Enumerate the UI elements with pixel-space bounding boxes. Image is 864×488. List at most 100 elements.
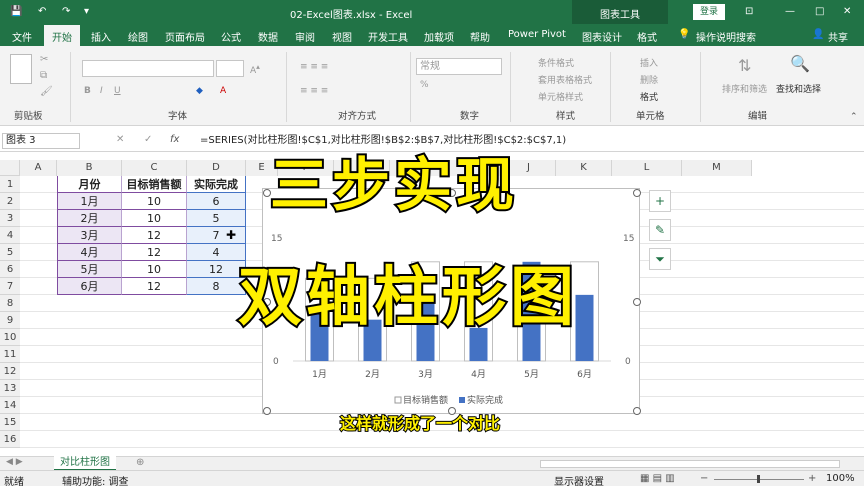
row-header-16[interactable]: 16 <box>0 431 20 448</box>
name-box[interactable]: 图表 3 <box>2 133 80 149</box>
row-header-12[interactable]: 12 <box>0 363 20 380</box>
conditional-format-button[interactable]: 条件格式 <box>538 56 574 69</box>
zoom-out-icon[interactable]: − <box>700 473 708 484</box>
align-top-icon[interactable]: ≡ ≡ ≡ <box>300 62 328 72</box>
row-header-3[interactable]: 3 <box>0 210 20 227</box>
tab-chart-design[interactable]: 图表设计 <box>582 29 622 44</box>
table-format-button[interactable]: 套用表格格式 <box>538 73 592 86</box>
percent-icon[interactable]: % <box>420 80 429 90</box>
tab-format[interactable]: 格式 <box>637 29 657 44</box>
table-header-cell[interactable]: 月份 <box>57 176 122 193</box>
tab-power-pivot[interactable]: Power Pivot <box>508 29 566 40</box>
tab-home[interactable]: 开始 <box>44 25 80 46</box>
row-header-7[interactable]: 7 <box>0 278 20 295</box>
table-cell[interactable]: 4月 <box>57 244 122 261</box>
row-header-6[interactable]: 6 <box>0 261 20 278</box>
fill-color-icon[interactable]: ◆ <box>196 86 203 96</box>
undo-icon[interactable]: ↶ <box>38 6 46 17</box>
align-left-icon[interactable]: ≡ ≡ ≡ <box>300 86 328 96</box>
table-cell[interactable]: 7 <box>187 227 246 244</box>
minimize-button[interactable]: — <box>785 6 795 17</box>
enter-icon[interactable]: ✓ <box>144 134 152 145</box>
tab-draw[interactable]: 绘图 <box>128 29 148 44</box>
ribbon-options-icon[interactable]: ⊡ <box>745 6 753 17</box>
table-header-cell[interactable]: 实际完成 <box>187 176 246 193</box>
format-painter-icon[interactable]: 🖌 <box>40 86 53 97</box>
zoom-slider-thumb[interactable] <box>757 475 760 483</box>
cancel-icon[interactable]: ✕ <box>116 134 124 145</box>
row-header-5[interactable]: 5 <box>0 244 20 261</box>
table-cell[interactable]: 10 <box>122 210 187 227</box>
font-size-box[interactable] <box>216 60 244 77</box>
maximize-button[interactable]: □ <box>815 6 824 17</box>
bold-icon[interactable]: B <box>84 86 91 96</box>
row-header-1[interactable]: 1 <box>0 176 20 193</box>
font-color-icon[interactable]: A <box>220 86 226 96</box>
table-cell[interactable]: 1月 <box>57 193 122 210</box>
column-header-B[interactable]: B <box>57 160 122 176</box>
view-normal-icon[interactable]: ▦ ▤ ▥ <box>640 473 675 484</box>
format-cells-button[interactable]: 格式 <box>640 90 658 103</box>
close-button[interactable]: ✕ <box>843 6 851 17</box>
tab-page-layout[interactable]: 页面布局 <box>165 29 205 44</box>
column-header-L[interactable]: L <box>612 160 682 176</box>
insert-cells-button[interactable]: 插入 <box>640 56 658 69</box>
paste-icon[interactable] <box>10 54 32 84</box>
table-cell[interactable]: 10 <box>122 261 187 278</box>
zoom-in-icon[interactable]: + <box>808 473 816 484</box>
customize-icon[interactable]: ▾ <box>84 6 89 17</box>
table-cell[interactable]: 5月 <box>57 261 122 278</box>
row-header-11[interactable]: 11 <box>0 346 20 363</box>
copy-icon[interactable]: ⧉ <box>40 70 47 81</box>
row-header-8[interactable]: 8 <box>0 295 20 312</box>
tab-file[interactable]: 文件 <box>12 29 32 44</box>
table-cell[interactable]: 6月 <box>57 278 122 295</box>
column-header-K[interactable]: K <box>556 160 612 176</box>
sort-filter-icon[interactable]: ⇅ <box>738 56 751 75</box>
delete-cells-button[interactable]: 删除 <box>640 73 658 86</box>
column-header-C[interactable]: C <box>122 160 187 176</box>
row-header-10[interactable]: 10 <box>0 329 20 346</box>
share-button[interactable]: 共享 <box>828 29 848 44</box>
cut-icon[interactable]: ✂ <box>40 54 48 65</box>
italic-icon[interactable]: I <box>100 86 103 96</box>
tab-insert[interactable]: 插入 <box>91 29 111 44</box>
tab-view[interactable]: 视图 <box>332 29 352 44</box>
table-cell[interactable]: 6 <box>187 193 246 210</box>
horizontal-scrollbar[interactable] <box>540 460 840 468</box>
table-cell[interactable]: 12 <box>122 227 187 244</box>
tab-review[interactable]: 审阅 <box>295 29 315 44</box>
plus-icon[interactable]: + <box>649 190 671 212</box>
filter-icon[interactable]: ⏷ <box>649 248 671 270</box>
add-sheet-icon[interactable]: ⊕ <box>136 457 144 468</box>
collapse-ribbon-icon[interactable]: ⌃ <box>850 112 858 122</box>
tab-addins[interactable]: 加载项 <box>424 29 454 44</box>
column-header-M[interactable]: M <box>682 160 752 176</box>
row-header-2[interactable]: 2 <box>0 193 20 210</box>
tab-formulas[interactable]: 公式 <box>221 29 241 44</box>
row-header-15[interactable]: 15 <box>0 414 20 431</box>
find-icon[interactable]: 🔍 <box>790 54 810 73</box>
table-cell[interactable]: 10 <box>122 193 187 210</box>
tab-help[interactable]: 帮助 <box>470 29 490 44</box>
cell-styles-button[interactable]: 单元格样式 <box>538 90 583 103</box>
font-name-box[interactable] <box>82 60 214 77</box>
tab-developer[interactable]: 开发工具 <box>368 29 408 44</box>
column-header-A[interactable]: A <box>20 160 57 176</box>
zoom-level[interactable]: 100% <box>826 473 855 484</box>
select-all-corner[interactable] <box>0 160 20 176</box>
row-header-4[interactable]: 4 <box>0 227 20 244</box>
tell-me-search[interactable]: 操作说明搜索 <box>696 29 756 44</box>
save-icon[interactable]: 💾 <box>10 6 22 17</box>
brush-icon[interactable]: ✎ <box>649 219 671 241</box>
underline-icon[interactable]: U <box>114 86 121 96</box>
login-button[interactable]: 登录 <box>693 4 725 20</box>
table-cell[interactable]: 5 <box>187 210 246 227</box>
fx-icon[interactable]: fx <box>170 134 179 145</box>
table-cell[interactable]: 12 <box>122 278 187 295</box>
prev-sheet-icon[interactable]: ◀ ▶ <box>6 457 23 467</box>
table-cell[interactable]: 2月 <box>57 210 122 227</box>
table-cell[interactable]: 12 <box>122 244 187 261</box>
number-format-box[interactable]: 常规 <box>416 58 502 75</box>
table-cell[interactable]: 3月 <box>57 227 122 244</box>
